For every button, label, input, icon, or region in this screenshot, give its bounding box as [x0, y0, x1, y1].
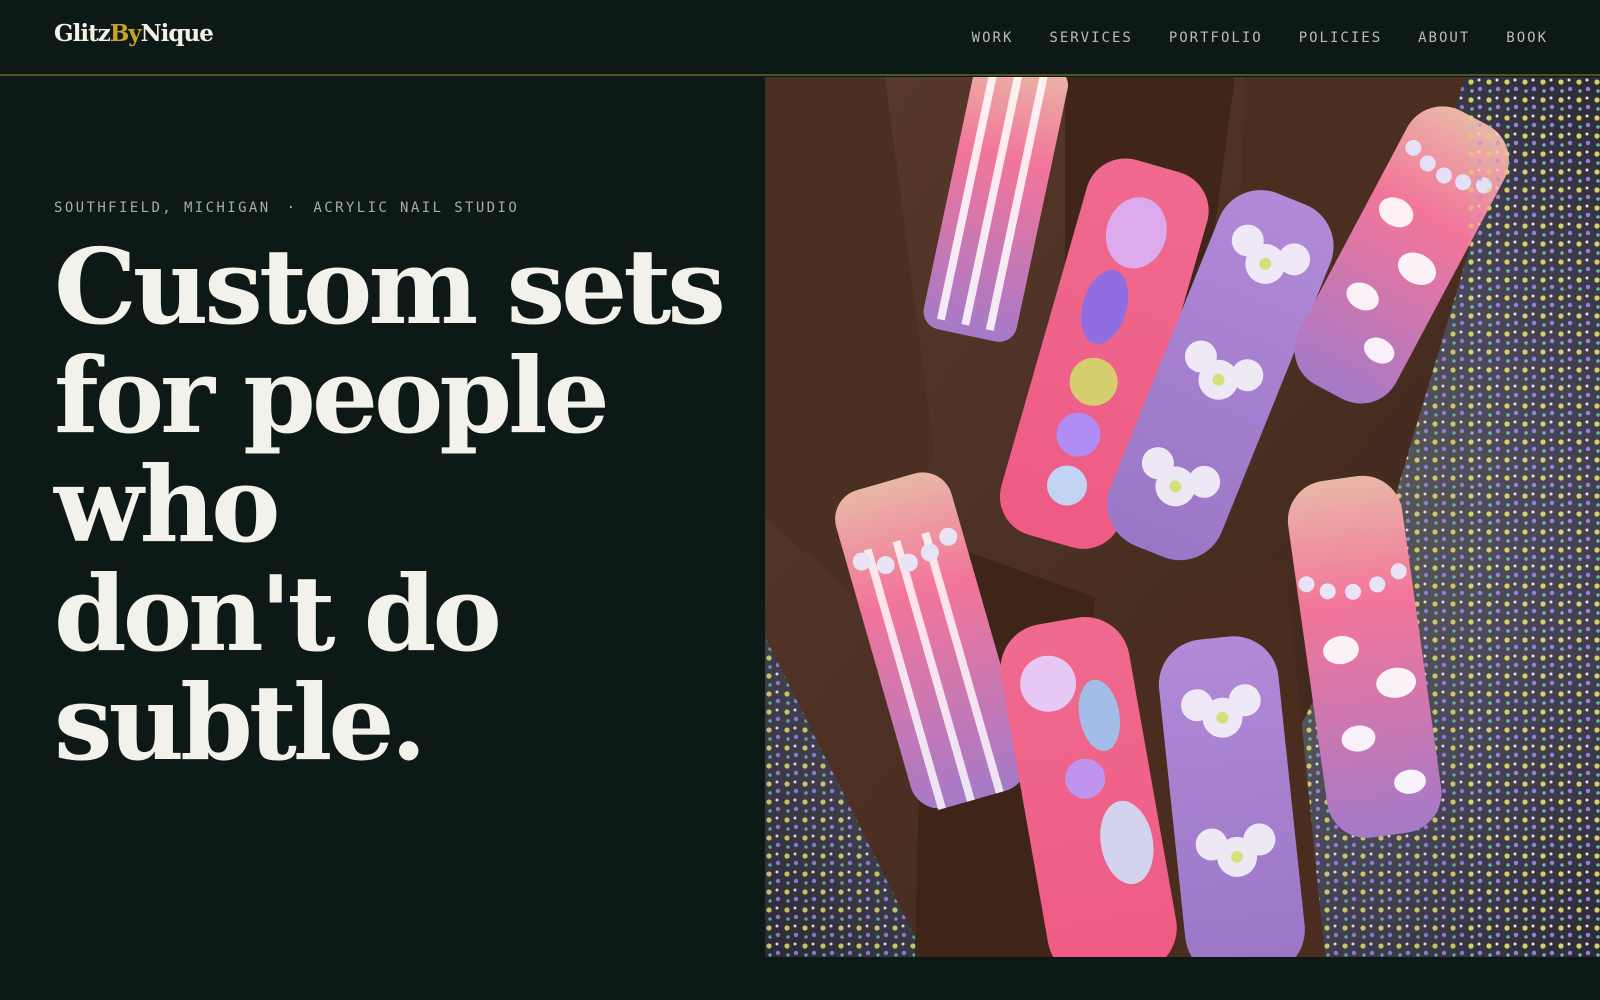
headline-line-4: don't do: [54, 552, 502, 675]
nav-link-services[interactable]: SERVICES: [1049, 30, 1132, 46]
brand-logo-part3: Nique: [140, 20, 214, 47]
hero-headline: Custom sets for people who don't do subt…: [54, 232, 754, 777]
nav-link-portfolio[interactable]: PORTFOLIO: [1169, 30, 1263, 46]
headline-line-1: Custom sets: [54, 225, 726, 348]
nav-link-policies[interactable]: POLICIES: [1299, 30, 1382, 46]
hero-category: ACRYLIC NAIL STUDIO: [313, 200, 520, 216]
nav-link-about[interactable]: ABOUT: [1418, 30, 1470, 46]
brand-logo-part2: By: [109, 20, 142, 47]
brand-logo[interactable]: GlitzByNique: [54, 20, 214, 47]
main-nav: WORK SERVICES PORTFOLIO POLICIES ABOUT B…: [972, 30, 1548, 46]
hero-separator: ·: [286, 200, 298, 216]
nail-art-photo-illustration: [765, 77, 1600, 957]
brand-logo-part1: Glitz: [54, 20, 111, 47]
hero-photo: [765, 77, 1600, 957]
hero-location: SOUTHFIELD, MICHIGAN: [54, 200, 271, 216]
headline-line-2: for people: [54, 334, 610, 457]
site-header: GlitzByNique WORK SERVICES PORTFOLIO POL…: [0, 0, 1600, 76]
nav-link-work[interactable]: WORK: [972, 30, 1014, 46]
headline-line-5: subtle.: [54, 661, 427, 784]
hero-eyebrow: SOUTHFIELD, MICHIGAN · ACRYLIC NAIL STUDIO: [54, 200, 519, 216]
headline-line-3: who: [54, 443, 281, 566]
nav-link-book[interactable]: BOOK: [1506, 30, 1548, 46]
